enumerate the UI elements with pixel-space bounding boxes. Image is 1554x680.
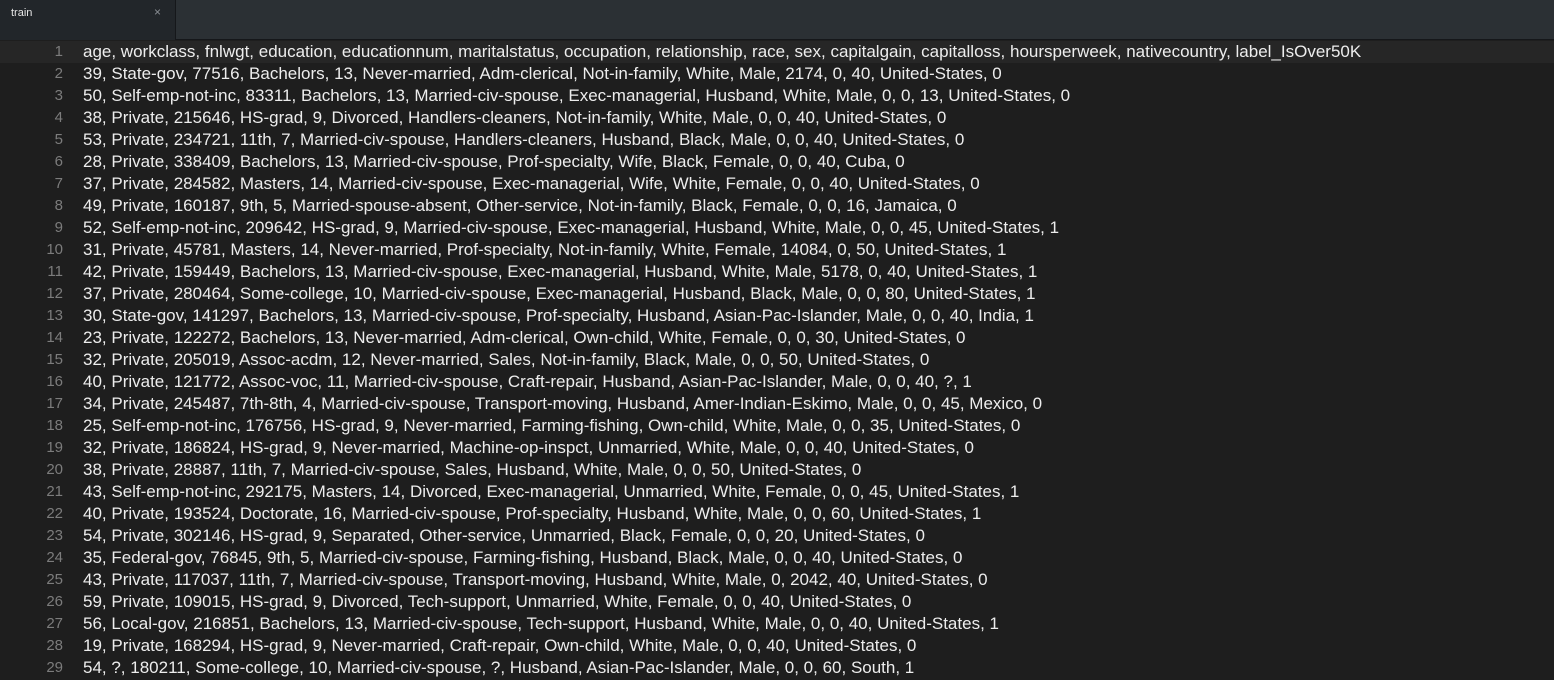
editor-line: 26 59, Private, 109015, HS-grad, 9, Divor…: [0, 591, 1554, 613]
line-number: 10: [46, 241, 63, 258]
line-text[interactable]: 38, Private, 28887, 11th, 7, Married-civ…: [83, 459, 861, 481]
line-text[interactable]: 43, Self-emp-not-inc, 292175, Masters, 1…: [83, 481, 1019, 503]
editor-line: 19 32, Private, 186824, HS-grad, 9, Never…: [0, 437, 1554, 459]
line-number: 27: [46, 615, 63, 632]
line-text[interactable]: 38, Private, 215646, HS-grad, 9, Divorce…: [83, 107, 946, 129]
line-text[interactable]: 43, Private, 117037, 11th, 7, Married-ci…: [83, 569, 988, 591]
line-text[interactable]: 25, Self-emp-not-inc, 176756, HS-grad, 9…: [83, 415, 1020, 437]
line-number: 3: [54, 87, 63, 104]
editor-line: 4 38, Private, 215646, HS-grad, 9, Divorc…: [0, 107, 1554, 129]
line-number: 5: [54, 131, 63, 148]
editor-line: 18 25, Self-emp-not-inc, 176756, HS-grad,…: [0, 415, 1554, 437]
line-number: 28: [46, 637, 63, 654]
line-text[interactable]: 37, Private, 284582, Masters, 14, Marrie…: [83, 173, 980, 195]
line-text[interactable]: 35, Federal-gov, 76845, 9th, 5, Married-…: [83, 547, 962, 569]
line-number: 13: [46, 307, 63, 324]
tab-bar: train ×: [0, 0, 1554, 40]
line-text[interactable]: 28, Private, 338409, Bachelors, 13, Marr…: [83, 151, 905, 173]
line-text[interactable]: 56, Local-gov, 216851, Bachelors, 13, Ma…: [83, 613, 999, 635]
line-text[interactable]: 59, Private, 109015, HS-grad, 9, Divorce…: [83, 591, 911, 613]
editor-line: 2 39, State-gov, 77516, Bachelors, 13, Ne…: [0, 63, 1554, 85]
editor-line: 11 42, Private, 159449, Bachelors, 13, Ma…: [0, 261, 1554, 283]
line-text[interactable]: 53, Private, 234721, 11th, 7, Married-ci…: [83, 129, 964, 151]
editor-line: 25 43, Private, 117037, 11th, 7, Married-…: [0, 569, 1554, 591]
editor-line: 14 23, Private, 122272, Bachelors, 13, Ne…: [0, 327, 1554, 349]
tab-label: train: [11, 7, 33, 19]
line-number: 24: [46, 549, 63, 566]
editor-line: 5 53, Private, 234721, 11th, 7, Married-c…: [0, 129, 1554, 151]
line-number: 7: [54, 175, 63, 192]
line-text[interactable]: age, workclass, fnlwgt, education, educa…: [83, 41, 1361, 63]
line-text[interactable]: 31, Private, 45781, Masters, 14, Never-m…: [83, 239, 1006, 261]
line-text[interactable]: 32, Private, 186824, HS-grad, 9, Never-m…: [83, 437, 974, 459]
line-text[interactable]: 54, ?, 180211, Some-college, 10, Married…: [83, 657, 914, 679]
editor-line: 1 age, workclass, fnlwgt, education, educ…: [0, 41, 1554, 63]
line-text[interactable]: 50, Self-emp-not-inc, 83311, Bachelors, …: [83, 85, 1070, 107]
line-number: 6: [54, 153, 63, 170]
line-number: 19: [46, 439, 63, 456]
editor-line: 24 35, Federal-gov, 76845, 9th, 5, Marrie…: [0, 547, 1554, 569]
line-number: 29: [46, 659, 63, 676]
line-text[interactable]: 23, Private, 122272, Bachelors, 13, Neve…: [83, 327, 966, 349]
line-text[interactable]: 49, Private, 160187, 9th, 5, Married-spo…: [83, 195, 957, 217]
line-number: 15: [46, 351, 63, 368]
editor-line: 29 54, ?, 180211, Some-college, 10, Marri…: [0, 657, 1554, 679]
line-text[interactable]: 37, Private, 280464, Some-college, 10, M…: [83, 283, 1035, 305]
editor-line: 10 31, Private, 45781, Masters, 14, Never…: [0, 239, 1554, 261]
line-number: 9: [54, 219, 63, 236]
editor-line: 16 40, Private, 121772, Assoc-voc, 11, Ma…: [0, 371, 1554, 393]
editor-line: 20 38, Private, 28887, 11th, 7, Married-c…: [0, 459, 1554, 481]
editor-line: 7 37, Private, 284582, Masters, 14, Marri…: [0, 173, 1554, 195]
line-number: 14: [46, 329, 63, 346]
line-number: 17: [46, 395, 63, 412]
line-number: 26: [46, 593, 63, 610]
line-number: 18: [46, 417, 63, 434]
line-number: 20: [46, 461, 63, 478]
editor-line: 22 40, Private, 193524, Doctorate, 16, Ma…: [0, 503, 1554, 525]
line-text[interactable]: 40, Private, 193524, Doctorate, 16, Marr…: [83, 503, 981, 525]
line-text[interactable]: 40, Private, 121772, Assoc-voc, 11, Marr…: [83, 371, 972, 393]
line-number: 16: [46, 373, 63, 390]
line-text[interactable]: 42, Private, 159449, Bachelors, 13, Marr…: [83, 261, 1037, 283]
line-number: 25: [46, 571, 63, 588]
editor-line: 21 43, Self-emp-not-inc, 292175, Masters,…: [0, 481, 1554, 503]
line-number: 4: [54, 109, 63, 126]
line-number: 12: [46, 285, 63, 302]
tab-train[interactable]: train ×: [0, 0, 176, 40]
line-text[interactable]: 30, State-gov, 141297, Bachelors, 13, Ma…: [83, 305, 1034, 327]
line-number: 21: [46, 483, 63, 500]
line-number: 1: [54, 43, 63, 60]
editor-line: 17 34, Private, 245487, 7th-8th, 4, Marri…: [0, 393, 1554, 415]
line-text[interactable]: 52, Self-emp-not-inc, 209642, HS-grad, 9…: [83, 217, 1059, 239]
editor-line: 23 54, Private, 302146, HS-grad, 9, Separ…: [0, 525, 1554, 547]
line-number: 2: [54, 65, 63, 82]
editor-line: 3 50, Self-emp-not-inc, 83311, Bachelors,…: [0, 85, 1554, 107]
editor-line: 6 28, Private, 338409, Bachelors, 13, Mar…: [0, 151, 1554, 173]
line-number: 22: [46, 505, 63, 522]
line-text[interactable]: 19, Private, 168294, HS-grad, 9, Never-m…: [83, 635, 916, 657]
text-editor-window: train × 1 age, workclass, fnlwgt, educati…: [0, 0, 1554, 680]
line-number: 8: [54, 197, 63, 214]
line-text[interactable]: 39, State-gov, 77516, Bachelors, 13, Nev…: [83, 63, 1002, 85]
line-number: 23: [46, 527, 63, 544]
editor-line: 13 30, State-gov, 141297, Bachelors, 13, …: [0, 305, 1554, 327]
editor-line: 8 49, Private, 160187, 9th, 5, Married-sp…: [0, 195, 1554, 217]
line-text[interactable]: 34, Private, 245487, 7th-8th, 4, Married…: [83, 393, 1042, 415]
editor-line: 28 19, Private, 168294, HS-grad, 9, Never…: [0, 635, 1554, 657]
line-text[interactable]: 54, Private, 302146, HS-grad, 9, Separat…: [83, 525, 925, 547]
editor-line: 27 56, Local-gov, 216851, Bachelors, 13, …: [0, 613, 1554, 635]
line-number: 11: [47, 263, 63, 280]
line-text[interactable]: 32, Private, 205019, Assoc-acdm, 12, Nev…: [83, 349, 929, 371]
editor-line: 15 32, Private, 205019, Assoc-acdm, 12, N…: [0, 349, 1554, 371]
editor-area[interactable]: 1 age, workclass, fnlwgt, education, educ…: [0, 40, 1554, 680]
editor-line: 9 52, Self-emp-not-inc, 209642, HS-grad, …: [0, 217, 1554, 239]
editor-line: 12 37, Private, 280464, Some-college, 10,…: [0, 283, 1554, 305]
close-icon[interactable]: ×: [154, 5, 161, 19]
